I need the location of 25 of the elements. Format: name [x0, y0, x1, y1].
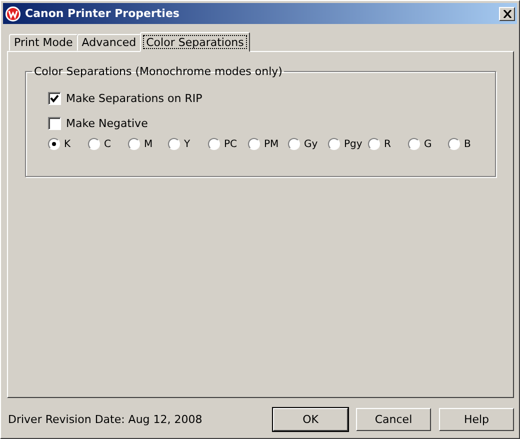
radio-button[interactable]: K	[48, 138, 88, 150]
radio-button[interactable]: C	[88, 138, 128, 150]
radio-button[interactable]: R	[368, 138, 408, 150]
radio-button[interactable]: B	[448, 138, 488, 150]
radio-button[interactable]: G	[408, 138, 448, 150]
radio-button[interactable]: M	[128, 138, 168, 150]
dialog-button[interactable]: Cancel	[356, 408, 431, 431]
tab[interactable]: Print Mode	[9, 34, 78, 51]
window-title: Canon Printer Properties	[25, 7, 180, 20]
group-title: Color Separations (Monochrome modes only)	[33, 65, 284, 78]
dialog-button[interactable]: Help	[439, 408, 514, 431]
tab[interactable]: Color Separations	[140, 32, 250, 52]
close-icon	[502, 10, 512, 18]
radio-button[interactable]: Pgy	[328, 138, 368, 150]
close-button[interactable]	[499, 6, 515, 20]
checkbox[interactable]: Make Separations on RIP	[48, 86, 495, 111]
radio-button[interactable]: PM	[248, 138, 288, 150]
dialog-button[interactable]: OK	[273, 408, 348, 431]
radio-button[interactable]: Y	[168, 138, 208, 150]
radio-button[interactable]: Gy	[288, 138, 328, 150]
app-logo-icon	[5, 6, 21, 22]
radio-button[interactable]: PC	[208, 138, 248, 150]
driver-date-text: Driver Revision Date: Aug 12, 2008	[7, 413, 202, 426]
tab[interactable]: Advanced	[76, 34, 142, 51]
checkbox[interactable]: Make Negative	[48, 111, 495, 136]
